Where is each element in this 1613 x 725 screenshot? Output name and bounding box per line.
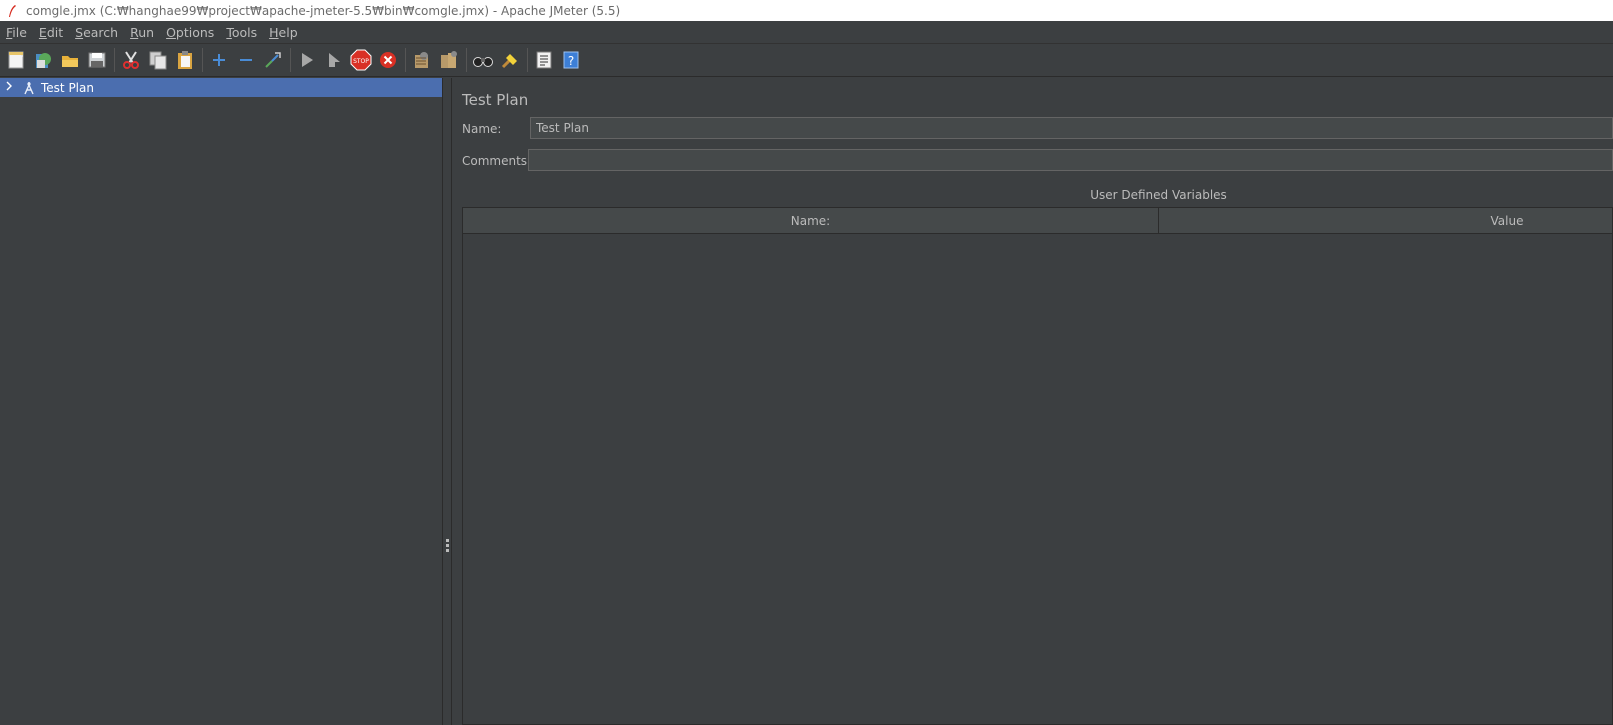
function-helper-icon[interactable] [532,48,556,72]
name-label: Name: [462,122,502,136]
page-title: Test Plan [462,91,529,109]
menu-help[interactable]: Help [263,25,304,40]
table-header: Name: Value [463,208,1612,234]
splitter-grip-icon[interactable] [446,539,449,553]
new-icon[interactable] [4,48,28,72]
user-defined-variables-table[interactable]: Name: Value [462,207,1613,725]
expand-icon[interactable] [207,48,231,72]
menu-options[interactable]: Options [160,25,220,40]
reset-search-icon[interactable] [498,48,522,72]
column-header-name[interactable]: Name: [463,208,1159,233]
toolbar: STOP ? [0,44,1613,77]
menu-edit[interactable]: Edit [33,25,69,40]
menu-tools[interactable]: Tools [220,25,263,40]
tree-item-label: Test Plan [41,80,94,95]
toolbar-separator [527,48,528,72]
copy-icon[interactable] [146,48,170,72]
menu-search[interactable]: Search [69,25,124,40]
stop-icon[interactable]: STOP [349,48,373,72]
tree-item-test-plan[interactable]: Test Plan [0,78,442,97]
menu-bar: File Edit Search Run Options Tools Help [0,21,1613,44]
start-icon[interactable] [295,48,319,72]
paste-icon[interactable] [173,48,197,72]
save-icon[interactable] [85,48,109,72]
shutdown-icon[interactable] [376,48,400,72]
clear-all-icon[interactable] [437,48,461,72]
start-no-pause-icon[interactable] [322,48,346,72]
help-icon[interactable]: ? [559,48,583,72]
panel-splitter[interactable] [442,78,452,725]
column-header-value[interactable]: Value [1159,208,1612,233]
window-title: comgle.jmx (C:₩hanghae99₩project₩apache-… [26,3,621,18]
toolbar-separator [114,48,115,72]
menu-file[interactable]: File [0,25,33,40]
svg-text:STOP: STOP [353,58,369,65]
user-defined-variables-title: User Defined Variables [1090,188,1227,202]
toolbar-separator [290,48,291,72]
comments-field[interactable] [528,149,1613,171]
jmeter-feather-icon [4,3,20,19]
search-icon[interactable] [471,48,495,72]
toolbar-separator [202,48,203,72]
window-title-bar: comgle.jmx (C:₩hanghae99₩project₩apache-… [0,0,1613,21]
test-plan-icon [21,80,37,96]
collapse-icon[interactable] [234,48,258,72]
test-plan-panel: Test Plan Name: Comments: User Defined V… [452,78,1613,725]
test-plan-tree: Test Plan [0,78,442,725]
menu-run[interactable]: Run [124,25,160,40]
clear-icon[interactable] [410,48,434,72]
toolbar-separator [466,48,467,72]
toggle-icon[interactable] [261,48,285,72]
templates-icon[interactable] [31,48,55,72]
open-icon[interactable] [58,48,82,72]
name-field[interactable] [530,117,1613,139]
toolbar-separator [405,48,406,72]
svg-text:?: ? [568,54,574,68]
chevron-right-icon[interactable] [1,81,17,94]
comments-label: Comments: [462,154,532,168]
cut-icon[interactable] [119,48,143,72]
